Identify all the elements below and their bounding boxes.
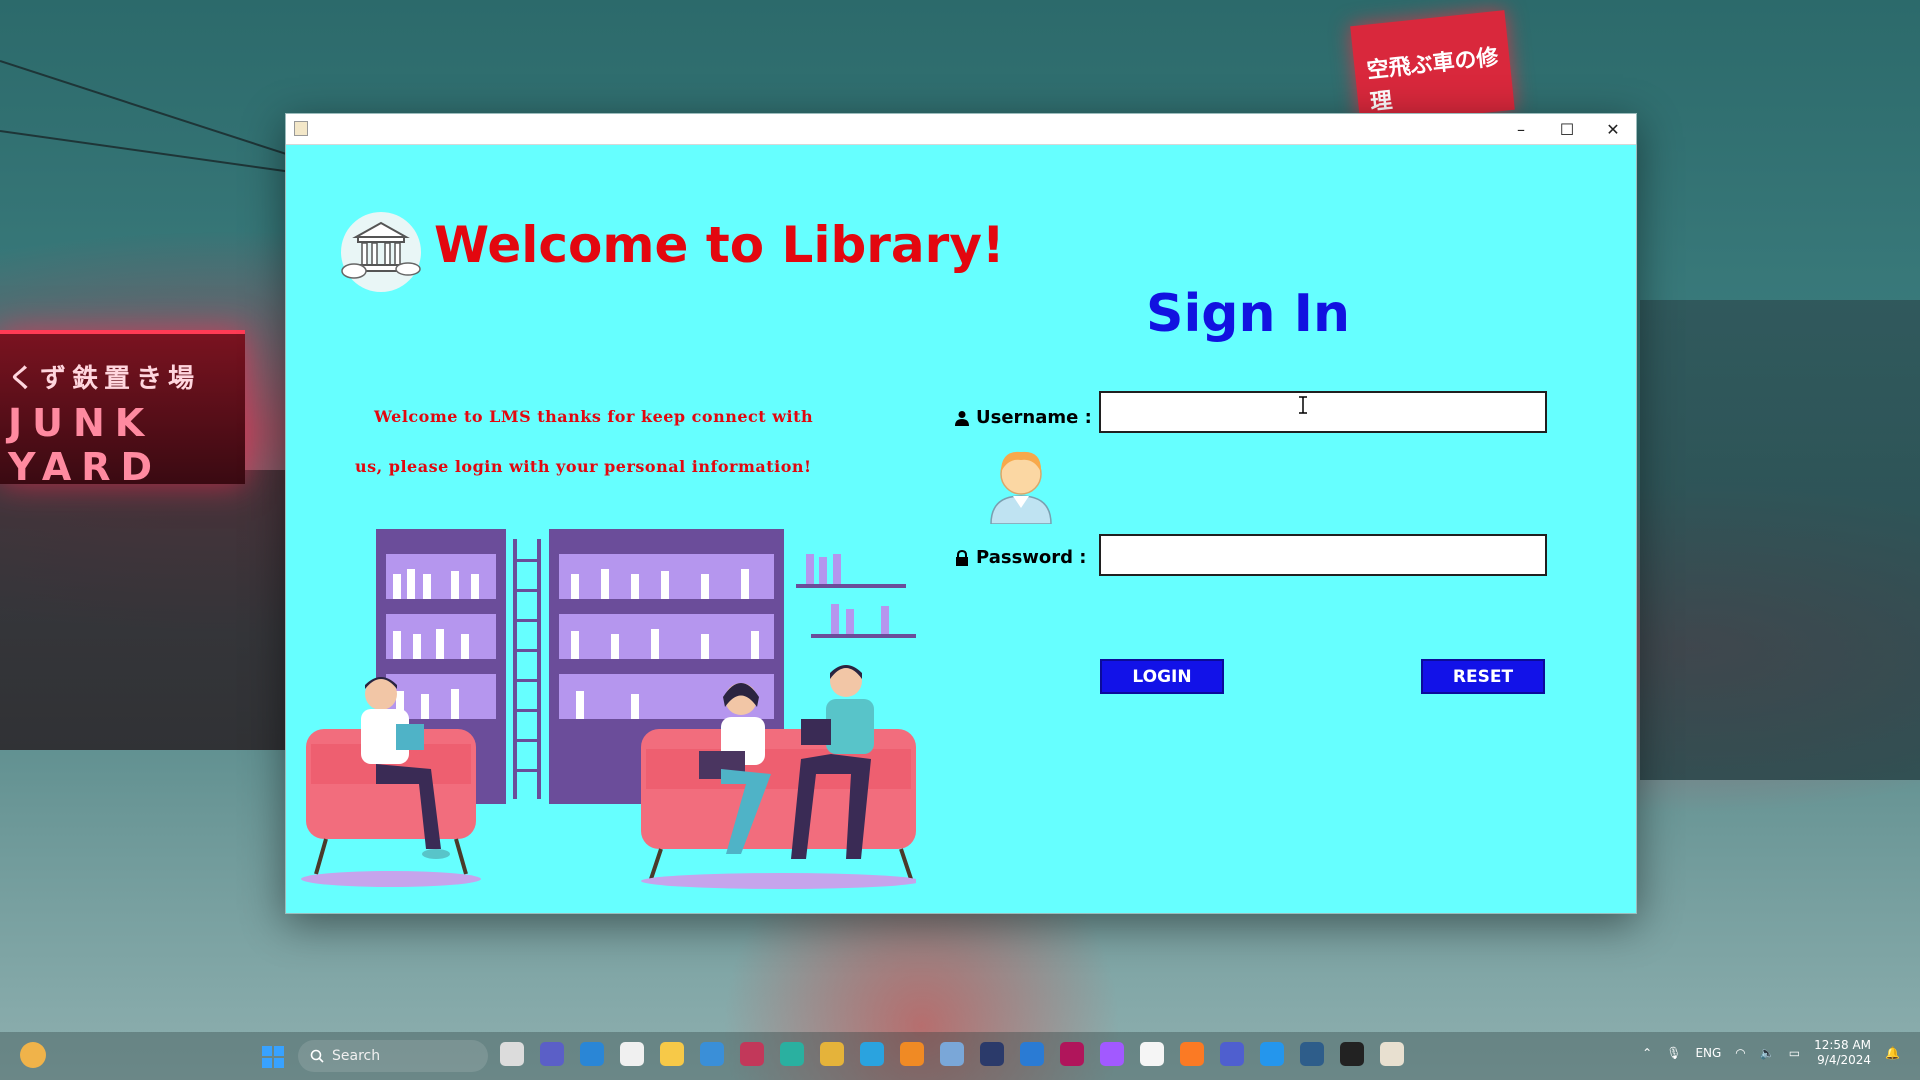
password-input[interactable] [1099, 534, 1547, 576]
xampp-icon[interactable] [1180, 1042, 1204, 1066]
taskbar: Search ⌃ 🎙 ENG ◠ 🔈 ▭ 12:58 AM 9/4/2024 🔔 [0, 1032, 1920, 1080]
username-label-row: Username : [954, 407, 1092, 428]
background-billboard-right: 空飛ぶ車の修理 [1350, 10, 1515, 126]
clock-time: 12:58 AM [1814, 1038, 1872, 1052]
blender-icon[interactable] [900, 1042, 924, 1066]
task-view-icon[interactable] [500, 1042, 524, 1066]
background-building-left [0, 470, 285, 750]
edge-icon[interactable] [780, 1042, 804, 1066]
user-avatar-icon [990, 451, 1052, 524]
search-icon [310, 1049, 324, 1063]
minimize-button[interactable]: – [1498, 114, 1544, 144]
virtualbox-icon[interactable] [1140, 1042, 1164, 1066]
user-icon [955, 410, 969, 426]
password-label-row: Password : [954, 547, 1087, 568]
vscode-icon[interactable] [1020, 1042, 1044, 1066]
teams-icon[interactable] [540, 1042, 564, 1066]
figma-icon[interactable] [1100, 1042, 1124, 1066]
chevron-up-icon[interactable]: ⌃ [1642, 1046, 1652, 1060]
volume-icon[interactable]: 🔈 [1760, 1046, 1775, 1060]
java-app-icon [294, 121, 308, 136]
power-line [0, 130, 318, 177]
text-cursor-icon [1299, 396, 1307, 414]
wifi-icon[interactable]: ◠ [1735, 1046, 1745, 1060]
search-placeholder: Search [332, 1048, 381, 1064]
devcpp-icon[interactable] [980, 1042, 1004, 1066]
background-building-right [1640, 300, 1920, 780]
clock[interactable]: 12:58 AM 9/4/2024 [1814, 1038, 1871, 1068]
billboard-text: 空飛ぶ車の修理 [1365, 45, 1500, 116]
microphone-icon[interactable]: 🎙 [1666, 1046, 1681, 1060]
clock-date: 9/4/2024 [1817, 1053, 1872, 1067]
chrome-icon[interactable] [820, 1042, 844, 1066]
windows-start-icon[interactable] [262, 1046, 284, 1068]
login-window: – ☐ ✕ Welcome to Library! Sign In Welcom… [285, 113, 1637, 914]
password-label: Password : [976, 547, 1087, 568]
intro-text-line-1: Welcome to LMS thanks for keep connect w… [374, 407, 814, 426]
language-indicator[interactable]: ENG [1695, 1046, 1721, 1060]
file-explorer-icon[interactable] [660, 1042, 684, 1066]
app-icon[interactable] [740, 1042, 764, 1066]
welcome-title: Welcome to Library! [434, 216, 1005, 274]
library-reading-illustration [301, 529, 916, 889]
jetbrains-icon[interactable] [1060, 1042, 1084, 1066]
system-tray: ⌃ 🎙 ENG ◠ 🔈 ▭ 12:58 AM 9/4/2024 🔔 [1642, 1038, 1900, 1068]
window-titlebar[interactable]: – ☐ ✕ [286, 114, 1636, 145]
login-button[interactable]: LOGIN [1100, 659, 1224, 694]
docker-icon[interactable] [1260, 1042, 1284, 1066]
taskbar-search[interactable]: Search [298, 1040, 488, 1072]
reset-button[interactable]: RESET [1421, 659, 1545, 694]
signin-title: Sign In [1146, 284, 1350, 344]
library-building-icon [341, 212, 421, 292]
telegram-icon[interactable] [860, 1042, 884, 1066]
java-app-taskbar-icon[interactable] [1380, 1042, 1404, 1066]
editor-icon[interactable] [700, 1042, 724, 1066]
obs-icon[interactable] [1340, 1042, 1364, 1066]
power-line [0, 60, 286, 155]
taskbar-pinned-apps [500, 1042, 1404, 1066]
neon-sign-title: JUNK YARD [8, 401, 163, 489]
mysql-icon[interactable] [1300, 1042, 1324, 1066]
lock-icon [956, 549, 968, 566]
notification-bell-icon[interactable]: 🔔 [1885, 1046, 1900, 1060]
weather-icon[interactable] [20, 1042, 46, 1068]
teams-classic-icon[interactable] [1220, 1042, 1244, 1066]
username-label: Username : [976, 407, 1092, 428]
close-button[interactable]: ✕ [1590, 114, 1636, 144]
maximize-button[interactable]: ☐ [1544, 114, 1590, 144]
store-icon[interactable] [620, 1042, 644, 1066]
neon-sign-text: くず鉄置き場 [8, 364, 201, 394]
intro-text-line-2: us, please login with your personal info… [355, 457, 812, 476]
background-neon-sign-left: くず鉄置き場 JUNK YARD [0, 330, 245, 489]
cortana-icon[interactable] [580, 1042, 604, 1066]
battery-icon[interactable]: ▭ [1789, 1046, 1800, 1060]
zoom-icon[interactable] [940, 1042, 964, 1066]
username-input[interactable] [1099, 391, 1547, 433]
